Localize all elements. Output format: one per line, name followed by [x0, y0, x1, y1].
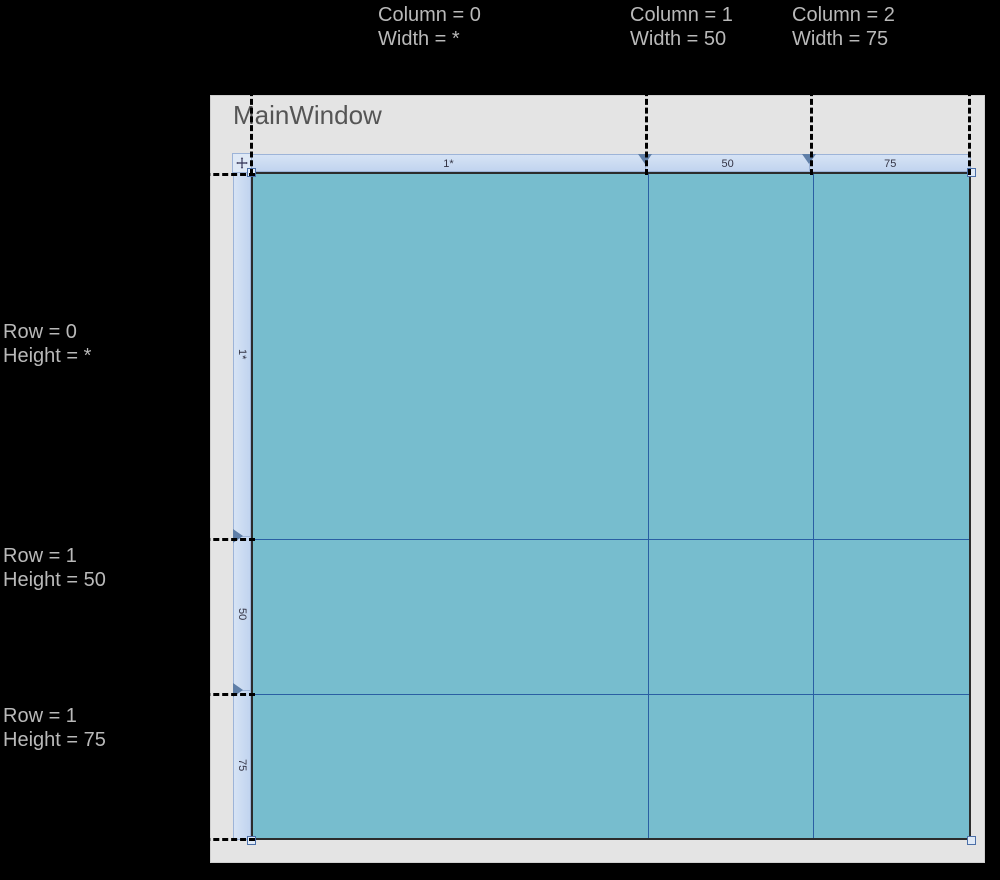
row-0-end-line: [115, 538, 255, 541]
column-0-end-line: [645, 55, 648, 175]
row-1-end-line: [115, 693, 255, 696]
grid-surface[interactable]: [251, 172, 971, 840]
resize-handle-br[interactable]: [967, 836, 976, 845]
grid-column-line: [648, 174, 649, 838]
row-0-start-line: [115, 173, 255, 176]
row-ruler-label: 1*: [236, 349, 248, 359]
column-index-label: Column = 0: [378, 3, 481, 27]
column-ruler-segment-1[interactable]: 50: [646, 155, 811, 171]
column-width-label: Width = *: [378, 27, 481, 51]
row-height-label: Height = 75: [3, 728, 106, 752]
grid-row-line: [253, 694, 969, 695]
row-index-label: Row = 0: [3, 320, 91, 344]
row-2-end-line: [115, 838, 255, 841]
column-2-end-line: [968, 55, 971, 175]
grid-row-line: [253, 539, 969, 540]
column-ruler-segment-0[interactable]: 1*: [252, 155, 646, 171]
column-ruler-label: 50: [722, 158, 734, 170]
column-0-annotation: Column = 0 Width = *: [378, 3, 481, 51]
row-ruler[interactable]: 1* 50 75: [233, 172, 251, 840]
column-2-annotation: Column = 2 Width = 75: [792, 3, 895, 51]
row-0-annotation: Row = 0 Height = *: [3, 320, 91, 368]
column-ruler-label: 1*: [443, 158, 453, 170]
column-ruler-label: 75: [884, 158, 896, 170]
row-1-annotation: Row = 1 Height = 50: [3, 544, 106, 592]
row-2-annotation: Row = 1 Height = 75: [3, 704, 106, 752]
row-height-label: Height = *: [3, 344, 91, 368]
row-ruler-segment-0[interactable]: 1*: [234, 173, 250, 537]
designer-window: MainWindow 1* 50 75 1* 50 75: [210, 95, 985, 863]
row-index-label: Row = 1: [3, 544, 106, 568]
column-0-start-line: [250, 55, 253, 175]
row-ruler-label: 50: [236, 608, 248, 620]
grid-column-line: [813, 174, 814, 838]
row-ruler-label: 75: [236, 759, 248, 771]
column-index-label: Column = 1: [630, 3, 733, 27]
column-width-label: Width = 50: [630, 27, 733, 51]
column-ruler[interactable]: 1* 50 75: [251, 154, 971, 172]
row-ruler-segment-1[interactable]: 50: [234, 537, 250, 692]
column-ruler-segment-2[interactable]: 75: [810, 155, 970, 171]
column-1-end-line: [810, 55, 813, 175]
window-title: MainWindow: [233, 100, 382, 131]
row-index-label: Row = 1: [3, 704, 106, 728]
column-width-label: Width = 75: [792, 27, 895, 51]
column-1-annotation: Column = 1 Width = 50: [630, 3, 733, 51]
row-height-label: Height = 50: [3, 568, 106, 592]
row-ruler-segment-2[interactable]: 75: [234, 691, 250, 839]
column-index-label: Column = 2: [792, 3, 895, 27]
